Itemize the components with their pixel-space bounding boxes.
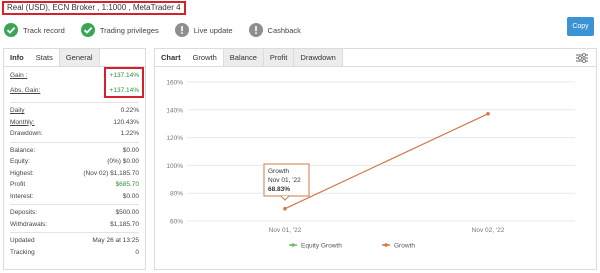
badge-label: Live update xyxy=(193,25,233,35)
growth-series-line xyxy=(284,113,489,210)
tab-profit[interactable]: Profit xyxy=(263,49,295,66)
x-tick-label: Nov 02, '22 xyxy=(472,227,505,234)
divider xyxy=(10,141,139,143)
chart-tabs: Chart Growth Balance Profit Drawdown xyxy=(155,49,596,67)
stat-tracking: Tracking 0 xyxy=(10,247,139,259)
stat-value: $500.00 xyxy=(115,209,140,216)
check-icon xyxy=(80,23,95,37)
tooltip-value: 68.83% xyxy=(268,186,290,193)
stat-value: $0.00 xyxy=(122,146,139,154)
stat-value: 1.22% xyxy=(120,130,139,137)
exclamation-icon xyxy=(248,23,263,37)
stat-value: $0.00 xyxy=(122,192,139,200)
stat-label: Interest: xyxy=(10,192,34,200)
divider xyxy=(10,232,139,233)
legend-growth-marker xyxy=(384,243,388,247)
tab-chart[interactable]: Chart xyxy=(155,49,187,66)
stat-label[interactable]: Monthly: xyxy=(10,117,35,129)
stat-label[interactable]: Gain : xyxy=(10,70,27,82)
stat-label: Tracking xyxy=(10,248,35,256)
stat-drawdown: Drawdown: 1.22% xyxy=(10,128,139,140)
stat-label: Updated xyxy=(10,237,35,244)
stat-value: 0.22% xyxy=(120,107,139,114)
growth-data-point xyxy=(486,111,490,116)
stat-daily: Daily 0.22% xyxy=(10,105,139,117)
y-tick-label: 100% xyxy=(166,163,183,170)
exclamation-icon xyxy=(174,23,189,37)
growth-chart[interactable]: 60% 80% 100% 120% 140% 160% Nov 01, '22 Nov 02,… xyxy=(155,67,596,269)
stat-label: Drawdown: xyxy=(10,130,43,137)
badge-live-update: Live update xyxy=(174,23,233,37)
y-tick-label: 60% xyxy=(170,219,183,226)
stat-value: $685.70 xyxy=(115,181,140,188)
growth-data-point xyxy=(283,206,287,211)
stat-equity: Equity: (0%) $0.00 xyxy=(10,156,139,168)
tab-info[interactable]: Info xyxy=(4,49,30,66)
tooltip-date: Nov 01, '22 xyxy=(268,177,301,184)
tooltip-pointer xyxy=(280,195,290,201)
copy-button[interactable]: Copy xyxy=(567,17,594,36)
status-badges: Track record Trading privileges Live upd… xyxy=(4,21,317,39)
divider xyxy=(10,204,139,205)
stat-label: Highest: xyxy=(10,169,34,177)
y-tick-label: 140% xyxy=(166,107,183,114)
tab-drawdown[interactable]: Drawdown xyxy=(294,49,343,66)
legend-growth-label: Growth xyxy=(394,243,415,250)
stat-label: Balance: xyxy=(10,146,36,154)
legend-equity-growth-label: Equity Growth xyxy=(301,243,342,250)
stat-monthly: Monthly: 120.43% xyxy=(10,117,139,129)
stat-value: $1,185.70 xyxy=(110,220,139,228)
x-tick-label: Nov 01, '22 xyxy=(269,227,302,234)
chart-settings-icon[interactable] xyxy=(576,53,588,65)
badge-label: Trading privileges xyxy=(99,25,159,35)
badge-label: Track record xyxy=(23,25,65,35)
badge-track-record: Track record xyxy=(4,23,65,37)
stats-tabs: Info Stats General xyxy=(4,49,145,67)
y-tick-label: 120% xyxy=(166,135,183,142)
stat-label: Equity: xyxy=(10,158,30,165)
stat-profit: Profit $685.70 xyxy=(10,179,139,191)
tooltip-title: Growth xyxy=(268,168,289,175)
divider xyxy=(10,102,139,103)
stat-balance: Balance: $0.00 xyxy=(10,145,139,157)
stat-highest: Highest: (Nov 02) $1,185.70 xyxy=(10,168,139,180)
stat-label[interactable]: Abs. Gain: xyxy=(10,85,40,97)
account-title: Real (USD), ECN Broker , 1:1000 , MetaTr… xyxy=(2,1,186,15)
badge-cashback: Cashback xyxy=(248,23,301,37)
gain-highlight-box xyxy=(104,67,144,98)
chart-panel: Chart Growth Balance Profit Drawdown 60%… xyxy=(154,48,597,270)
stat-label: Deposits: xyxy=(10,209,38,216)
check-icon xyxy=(4,23,18,37)
y-tick-label: 160% xyxy=(166,80,183,87)
y-tick-label: 80% xyxy=(170,191,183,198)
stat-value: 120.43% xyxy=(113,118,139,126)
stat-value: (Nov 02) $1,185.70 xyxy=(83,169,139,177)
stat-label: Profit xyxy=(10,181,26,188)
stat-interest: Interest: $0.00 xyxy=(10,191,139,203)
stat-value: 0 xyxy=(135,248,139,256)
stat-deposits: Deposits: $500.00 xyxy=(10,207,139,219)
tab-balance[interactable]: Balance xyxy=(222,49,264,66)
stat-label[interactable]: Daily xyxy=(10,105,24,117)
stat-updated: Updated May 26 at 13:25 xyxy=(10,235,139,247)
tab-general[interactable]: General xyxy=(58,49,100,66)
stat-value: (0%) $0.00 xyxy=(107,158,139,165)
stat-label: Withdrawals: xyxy=(10,220,48,228)
tab-growth[interactable]: Growth xyxy=(186,49,223,66)
stat-withdrawals: Withdrawals: $1,185.70 xyxy=(10,219,139,231)
badge-trading-privileges: Trading privileges xyxy=(80,23,159,37)
legend-equity-growth-marker xyxy=(291,243,295,247)
tab-stats[interactable]: Stats xyxy=(29,49,59,66)
stat-value: May 26 at 13:25 xyxy=(92,237,139,244)
badge-label: Cashback xyxy=(267,25,301,35)
